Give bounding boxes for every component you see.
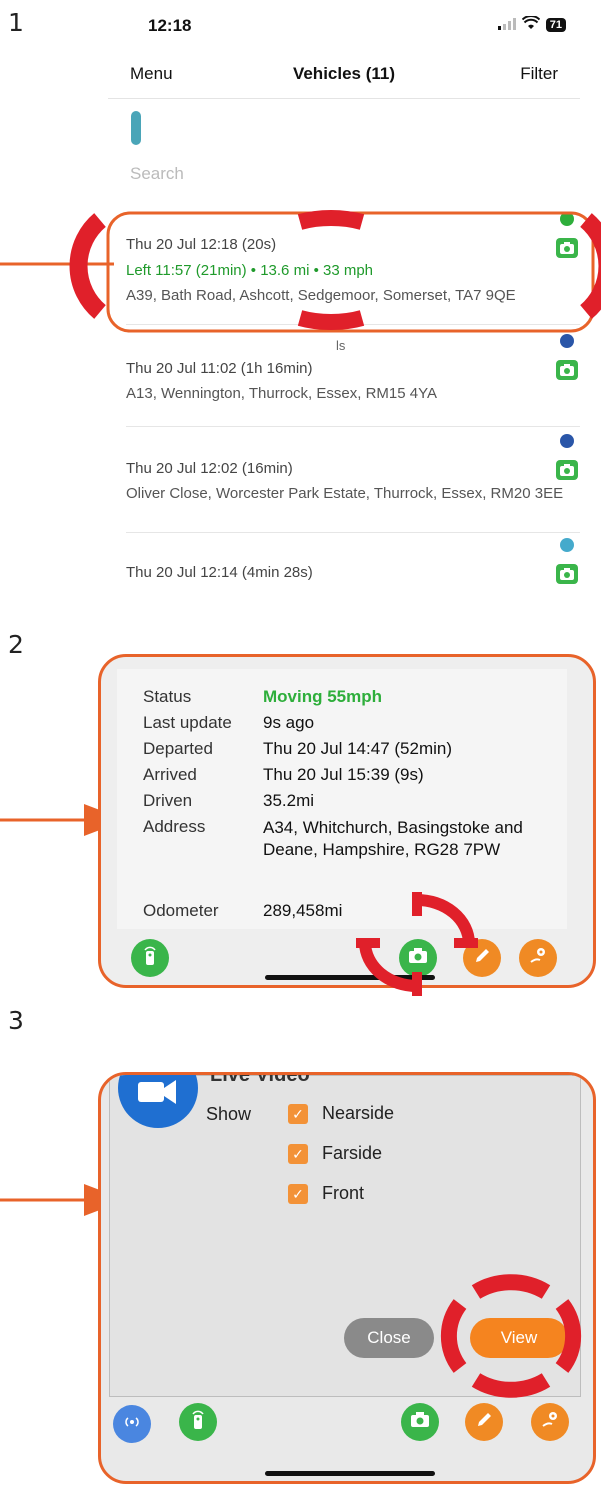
odometer-label: Odometer xyxy=(143,901,219,920)
pencil-icon xyxy=(475,1411,493,1434)
step-number-2: 2 xyxy=(8,630,24,659)
dialog-title: Live Video xyxy=(210,1072,310,1086)
close-button[interactable]: Close xyxy=(344,1318,434,1358)
route-button[interactable] xyxy=(531,1403,569,1441)
highlight-ring-3 xyxy=(440,1274,582,1398)
farside-label: Farside xyxy=(322,1143,383,1163)
odometer-value: 289,458mi xyxy=(263,901,343,920)
address-label: Address xyxy=(143,817,206,836)
arrived-value: Thu 20 Jul 15:39 (9s) xyxy=(263,765,424,784)
last-update-label: Last update xyxy=(143,713,232,732)
remote-icon xyxy=(143,946,157,971)
last-update-value: 9s ago xyxy=(263,713,315,732)
remote-icon xyxy=(191,1410,205,1435)
highlight-ring-2 xyxy=(356,892,478,996)
front-checkbox[interactable]: ✓ xyxy=(288,1184,308,1204)
nearside-label: Nearside xyxy=(322,1103,395,1123)
camera-icon xyxy=(411,1412,429,1432)
front-label: Front xyxy=(322,1183,365,1203)
broadcast-icon xyxy=(122,1414,142,1435)
status-value: Moving 55mph xyxy=(263,687,383,706)
step-number-3: 3 xyxy=(8,1006,24,1035)
highlight-overlay-1 xyxy=(0,210,601,333)
route-icon xyxy=(528,946,548,971)
video-camera-icon xyxy=(118,1075,198,1128)
details-card: Status Moving 55mph Last update 9s ago D… xyxy=(117,669,567,929)
farside-checkbox[interactable]: ✓ xyxy=(288,1144,308,1164)
status-label: Status xyxy=(143,687,192,706)
remote-button[interactable] xyxy=(131,939,169,977)
route-button[interactable] xyxy=(519,939,557,977)
driven-value: 35.2mi xyxy=(263,791,315,810)
address-value: A34, Whitchurch, Basingstoke and Deane, … xyxy=(263,818,523,859)
signal-button[interactable] xyxy=(113,1405,151,1443)
edit-button[interactable] xyxy=(465,1403,503,1441)
departed-label: Departed xyxy=(143,739,213,758)
departed-value: Thu 20 Jul 14:47 (52min) xyxy=(263,739,452,758)
vehicle-details-panel: Status Moving 55mph Last update 9s ago D… xyxy=(98,654,596,988)
driven-label: Driven xyxy=(143,791,193,810)
show-label: Show xyxy=(206,1104,252,1124)
nearside-checkbox[interactable]: ✓ xyxy=(288,1104,308,1124)
arrived-label: Arrived xyxy=(143,765,197,784)
camera-button[interactable] xyxy=(401,1403,439,1441)
remote-button[interactable] xyxy=(179,1403,217,1441)
home-indicator xyxy=(265,1471,435,1476)
route-icon xyxy=(540,1410,560,1435)
